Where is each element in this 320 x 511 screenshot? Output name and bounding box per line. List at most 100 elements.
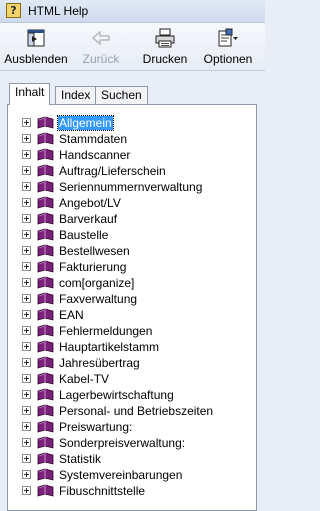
- tree-item[interactable]: Allgemein: [22, 115, 242, 131]
- tree-item[interactable]: Preiswartung:: [22, 419, 242, 435]
- book-icon: [37, 436, 54, 449]
- back-button[interactable]: Zurück: [77, 25, 125, 67]
- book-icon: [37, 356, 54, 369]
- book-icon: [37, 164, 54, 177]
- tree-item[interactable]: Handscanner: [22, 147, 242, 163]
- expand-plus-icon[interactable]: [22, 246, 31, 255]
- tree-item[interactable]: Fibuschnittstelle: [22, 483, 242, 499]
- tree-item[interactable]: com[organize]: [22, 275, 242, 291]
- book-icon: [37, 420, 54, 433]
- book-icon: [37, 308, 54, 321]
- expand-plus-icon[interactable]: [22, 454, 31, 463]
- book-icon: [37, 212, 54, 225]
- tree-item[interactable]: Fehlermeldungen: [22, 323, 242, 339]
- tree-item[interactable]: Angebot/LV: [22, 195, 242, 211]
- book-icon: [37, 196, 54, 209]
- expand-plus-icon[interactable]: [22, 182, 31, 191]
- window-title: HTML Help: [28, 4, 89, 18]
- book-icon: [37, 292, 54, 305]
- tree-item-label: Jahresübertrag: [59, 356, 140, 370]
- tree-item-label: Stammdaten: [59, 132, 128, 146]
- expand-plus-icon[interactable]: [22, 262, 31, 271]
- expand-plus-icon[interactable]: [22, 358, 31, 367]
- expand-plus-icon[interactable]: [22, 374, 31, 383]
- tree-item[interactable]: Personal- und Betriebszeiten: [22, 403, 242, 419]
- tree-item[interactable]: Kabel-TV: [22, 371, 242, 387]
- tree-item-label: Statistik: [59, 452, 102, 466]
- book-icon: [37, 180, 54, 193]
- expand-plus-icon[interactable]: [22, 118, 31, 127]
- tree-item[interactable]: Barverkauf: [22, 211, 242, 227]
- expand-plus-icon[interactable]: [22, 150, 31, 159]
- tree-item[interactable]: Systemvereinbarungen: [22, 467, 242, 483]
- tree-item[interactable]: Bestellwesen: [22, 243, 242, 259]
- tree-item[interactable]: Baustelle: [22, 227, 242, 243]
- tree-item-label: EAN: [59, 308, 84, 322]
- tree-item-label: Angebot/LV: [59, 196, 121, 210]
- tab-search[interactable]: Suchen: [95, 86, 148, 104]
- expand-plus-icon[interactable]: [22, 326, 31, 335]
- tree-item[interactable]: Statistik: [22, 451, 242, 467]
- tree-item[interactable]: Faxverwaltung: [22, 291, 242, 307]
- tree-item-label: Hauptartikelstamm: [59, 340, 160, 354]
- book-icon: [37, 372, 54, 385]
- tree-item-label: Baustelle: [59, 228, 109, 242]
- tree-item[interactable]: Stammdaten: [22, 131, 242, 147]
- tree-item[interactable]: Auftrag/Lieferschein: [22, 163, 242, 179]
- title-bar: ? HTML Help: [0, 0, 265, 23]
- tree-item-label: Bestellwesen: [59, 244, 130, 258]
- options-icon: [218, 28, 238, 47]
- tree-item-label: Seriennummernverwaltung: [59, 180, 203, 194]
- book-icon: [37, 260, 54, 273]
- tree-item[interactable]: Lagerbewirtschaftung: [22, 387, 242, 403]
- tree-item[interactable]: Seriennummernverwaltung: [22, 179, 242, 195]
- tree-item-label: Lagerbewirtschaftung: [59, 388, 174, 402]
- tree-item-label: Handscanner: [59, 148, 131, 162]
- expand-plus-icon[interactable]: [22, 294, 31, 303]
- tree-item-label: Fehlermeldungen: [59, 324, 153, 338]
- tree-item-label: Auftrag/Lieferschein: [59, 164, 166, 178]
- expand-plus-icon[interactable]: [22, 406, 31, 415]
- expand-plus-icon[interactable]: [22, 278, 31, 287]
- back-arrow-icon: [92, 30, 110, 46]
- book-icon: [37, 228, 54, 241]
- tree-item-label: com[organize]: [59, 276, 135, 290]
- expand-plus-icon[interactable]: [22, 214, 31, 223]
- tree-item[interactable]: Sonderpreisverwaltung:: [22, 435, 242, 451]
- options-button[interactable]: Optionen: [203, 25, 253, 67]
- expand-plus-icon[interactable]: [22, 470, 31, 479]
- hide-button[interactable]: Ausblenden: [4, 25, 68, 67]
- book-icon: [37, 276, 54, 289]
- expand-plus-icon[interactable]: [22, 390, 31, 399]
- expand-plus-icon[interactable]: [22, 230, 31, 239]
- tab-index[interactable]: Index: [55, 86, 97, 104]
- tree-item-label: Sonderpreisverwaltung:: [59, 436, 186, 450]
- tab-index-label: Index: [61, 88, 91, 102]
- tree-item-label: Barverkauf: [59, 212, 118, 226]
- back-label: Zurück: [82, 52, 120, 66]
- expand-plus-icon[interactable]: [22, 198, 31, 207]
- navigation-pane: Inhalt Index Suchen Allgemein Stammdaten H…: [7, 80, 257, 511]
- tree-item-label: Allgemein: [57, 115, 114, 131]
- tree-item-label: Personal- und Betriebszeiten: [59, 404, 214, 418]
- tree-item[interactable]: Fakturierung: [22, 259, 242, 275]
- print-button[interactable]: Drucken: [141, 25, 189, 67]
- tree-item[interactable]: Hauptartikelstamm: [22, 339, 242, 355]
- expand-plus-icon[interactable]: [22, 134, 31, 143]
- book-icon: [37, 244, 54, 257]
- expand-plus-icon[interactable]: [22, 310, 31, 319]
- printer-icon: [155, 28, 175, 48]
- book-icon: [37, 452, 54, 465]
- book-icon: [37, 404, 54, 417]
- tree-item[interactable]: EAN: [22, 307, 242, 323]
- expand-plus-icon[interactable]: [22, 342, 31, 351]
- options-label: Optionen: [203, 52, 253, 66]
- expand-plus-icon[interactable]: [22, 438, 31, 447]
- book-icon: [37, 148, 54, 161]
- expand-plus-icon[interactable]: [22, 166, 31, 175]
- expand-plus-icon[interactable]: [22, 486, 31, 495]
- tree-item[interactable]: Jahresübertrag: [22, 355, 242, 371]
- hide-icon: [27, 29, 45, 47]
- expand-plus-icon[interactable]: [22, 422, 31, 431]
- tab-contents[interactable]: Inhalt: [9, 83, 51, 105]
